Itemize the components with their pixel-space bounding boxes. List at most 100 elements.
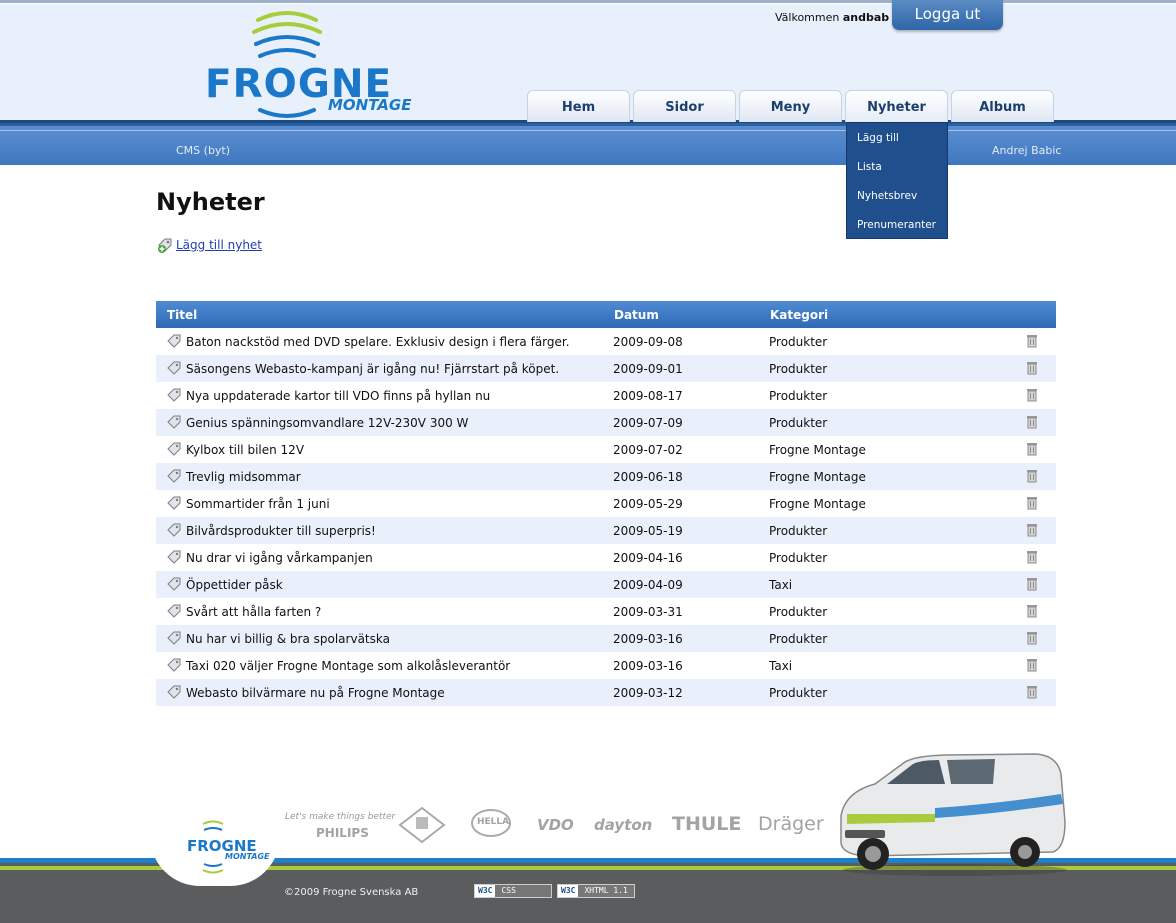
news-tag-icon	[167, 577, 181, 594]
news-tag-icon	[167, 415, 181, 432]
delete-icon[interactable]	[1026, 442, 1038, 459]
news-date: 2009-07-09	[613, 416, 683, 430]
delete-icon[interactable]	[1026, 550, 1038, 567]
news-date: 2009-05-29	[613, 497, 683, 511]
w3c-xhtml-mark: W3C	[558, 885, 579, 897]
news-date: 2009-03-12	[613, 686, 683, 700]
news-title[interactable]: Säsongens Webasto-kampanj är igång nu! F…	[186, 362, 559, 376]
cms-switch-link[interactable]: CMS (byt)	[176, 144, 230, 157]
tab-hem[interactable]: Hem	[527, 90, 630, 122]
column-header-category[interactable]: Kategori	[770, 308, 828, 322]
news-tag-icon	[167, 604, 181, 621]
news-title[interactable]: Taxi 020 väljer Frogne Montage som alkol…	[186, 659, 510, 673]
w3c-css-badge[interactable]: W3C CSS	[474, 884, 552, 898]
news-tag-icon	[167, 496, 181, 513]
news-tag-icon	[167, 442, 181, 459]
news-title[interactable]: Nu har vi billig & bra spolarvätska	[186, 632, 390, 646]
news-title[interactable]: Sommartider från 1 juni	[186, 497, 330, 511]
delete-icon[interactable]	[1026, 658, 1038, 675]
delete-icon[interactable]	[1026, 496, 1038, 513]
delete-icon[interactable]	[1026, 388, 1038, 405]
table-row[interactable]: Webasto bilvärmare nu på Frogne Montage 2…	[156, 679, 1056, 706]
page-title: Nyheter	[156, 188, 265, 216]
news-tag-icon	[167, 550, 181, 567]
table-row[interactable]: Nu har vi billig & bra spolarvätska 2009-…	[156, 625, 1056, 652]
w3c-css-mark: W3C	[475, 885, 496, 897]
delete-icon[interactable]	[1026, 685, 1038, 702]
news-category: Produkter	[769, 686, 828, 700]
table-row[interactable]: Svårt att hålla farten ? 2009-03-31 Produk…	[156, 598, 1056, 625]
table-row[interactable]: Genius spänningsomvandlare 12V-230V 300 …	[156, 409, 1056, 436]
news-category: Produkter	[769, 524, 828, 538]
add-news-icon	[158, 238, 172, 253]
menu-item-nyhetsbrev[interactable]: Nyhetsbrev	[857, 190, 917, 202]
news-category: Frogne Montage	[769, 470, 866, 484]
tab-album[interactable]: Album	[951, 90, 1054, 122]
news-title[interactable]: Baton nackstöd med DVD spelare. Exklusiv…	[186, 335, 570, 349]
nav-bar	[0, 120, 1176, 165]
w3c-xhtml-badge[interactable]: W3C XHTML 1.1	[557, 884, 635, 898]
copyright-text: ©2009 Frogne Svenska AB	[284, 887, 419, 898]
table-row[interactable]: Sommartider från 1 juni 2009-05-29 Frogne …	[156, 490, 1056, 517]
nyheter-dropdown-menu: Lägg till Lista Nyhetsbrev Prenumeranter	[846, 122, 948, 239]
table-row[interactable]: Nu drar vi igång vårkampanjen 2009-04-16 P…	[156, 544, 1056, 571]
news-category: Frogne Montage	[769, 497, 866, 511]
vdo-logo: VDO	[537, 816, 574, 834]
news-title[interactable]: Svårt att hålla farten ?	[186, 605, 321, 619]
news-title[interactable]: Webasto bilvärmare nu på Frogne Montage	[186, 686, 445, 700]
welcome-message: Välkommen andbab	[775, 11, 889, 24]
username: andbab	[842, 11, 890, 24]
w3c-xhtml-label: XHTML 1.1	[584, 886, 628, 895]
news-title[interactable]: Kylbox till bilen 12V	[186, 443, 304, 457]
news-category: Produkter	[769, 551, 828, 565]
news-tag-icon	[167, 334, 181, 351]
news-tag-icon	[167, 523, 181, 540]
news-title[interactable]: Trevlig midsommar	[186, 470, 301, 484]
table-row[interactable]: Trevlig midsommar 2009-06-18 Frogne Montag…	[156, 463, 1056, 490]
news-tag-icon	[167, 631, 181, 648]
news-date: 2009-08-17	[613, 389, 683, 403]
table-row[interactable]: Kylbox till bilen 12V 2009-07-02 Frogne Mo…	[156, 436, 1056, 463]
column-header-date[interactable]: Datum	[614, 308, 659, 322]
delete-icon[interactable]	[1026, 631, 1038, 648]
table-row[interactable]: Säsongens Webasto-kampanj är igång nu! F…	[156, 355, 1056, 382]
menu-item-lista[interactable]: Lista	[857, 161, 882, 173]
news-date: 2009-05-19	[613, 524, 683, 538]
tab-meny[interactable]: Meny	[739, 90, 842, 122]
menu-item-lagg-till[interactable]: Lägg till	[857, 132, 899, 144]
delete-icon[interactable]	[1026, 469, 1038, 486]
logout-button[interactable]: Logga ut	[892, 0, 1003, 30]
swf-logo-icon	[398, 806, 446, 844]
delete-icon[interactable]	[1026, 523, 1038, 540]
delete-icon[interactable]	[1026, 604, 1038, 621]
drager-logo: Dräger	[758, 813, 824, 835]
tab-nyheter[interactable]: Nyheter	[845, 90, 948, 122]
van-image	[840, 753, 1067, 876]
news-title[interactable]: Öppettider påsk	[186, 578, 283, 592]
news-title[interactable]: Genius spänningsomvandlare 12V-230V 300 …	[186, 416, 468, 430]
news-title[interactable]: Bilvårdsprodukter till superpris!	[186, 524, 376, 538]
table-row[interactable]: Taxi 020 väljer Frogne Montage som alkol…	[156, 652, 1056, 679]
column-header-title[interactable]: Titel	[167, 308, 197, 322]
tab-sidor[interactable]: Sidor	[633, 90, 736, 122]
news-date: 2009-09-08	[613, 335, 683, 349]
news-tag-icon	[167, 361, 181, 378]
delete-icon[interactable]	[1026, 577, 1038, 594]
news-date: 2009-03-16	[613, 659, 683, 673]
news-title[interactable]: Nya uppdaterade kartor till VDO finns på…	[186, 389, 490, 403]
table-row[interactable]: Baton nackstöd med DVD spelare. Exklusiv…	[156, 328, 1056, 355]
news-date: 2009-03-31	[613, 605, 683, 619]
news-title[interactable]: Nu drar vi igång vårkampanjen	[186, 551, 373, 565]
w3c-css-label: CSS	[501, 886, 516, 895]
table-row[interactable]: Bilvårdsprodukter till superpris! 2009-05…	[156, 517, 1056, 544]
news-date: 2009-09-01	[613, 362, 683, 376]
delete-icon[interactable]	[1026, 415, 1038, 432]
news-tag-icon	[167, 658, 181, 675]
menu-item-prenumeranter[interactable]: Prenumeranter	[857, 219, 936, 231]
table-row[interactable]: Öppettider påsk 2009-04-09 Taxi	[156, 571, 1056, 598]
delete-icon[interactable]	[1026, 361, 1038, 378]
add-news-link[interactable]: Lägg till nyhet	[176, 238, 262, 252]
logo-subtext: MONTAGE	[328, 96, 412, 114]
table-row[interactable]: Nya uppdaterade kartor till VDO finns på…	[156, 382, 1056, 409]
delete-icon[interactable]	[1026, 334, 1038, 351]
